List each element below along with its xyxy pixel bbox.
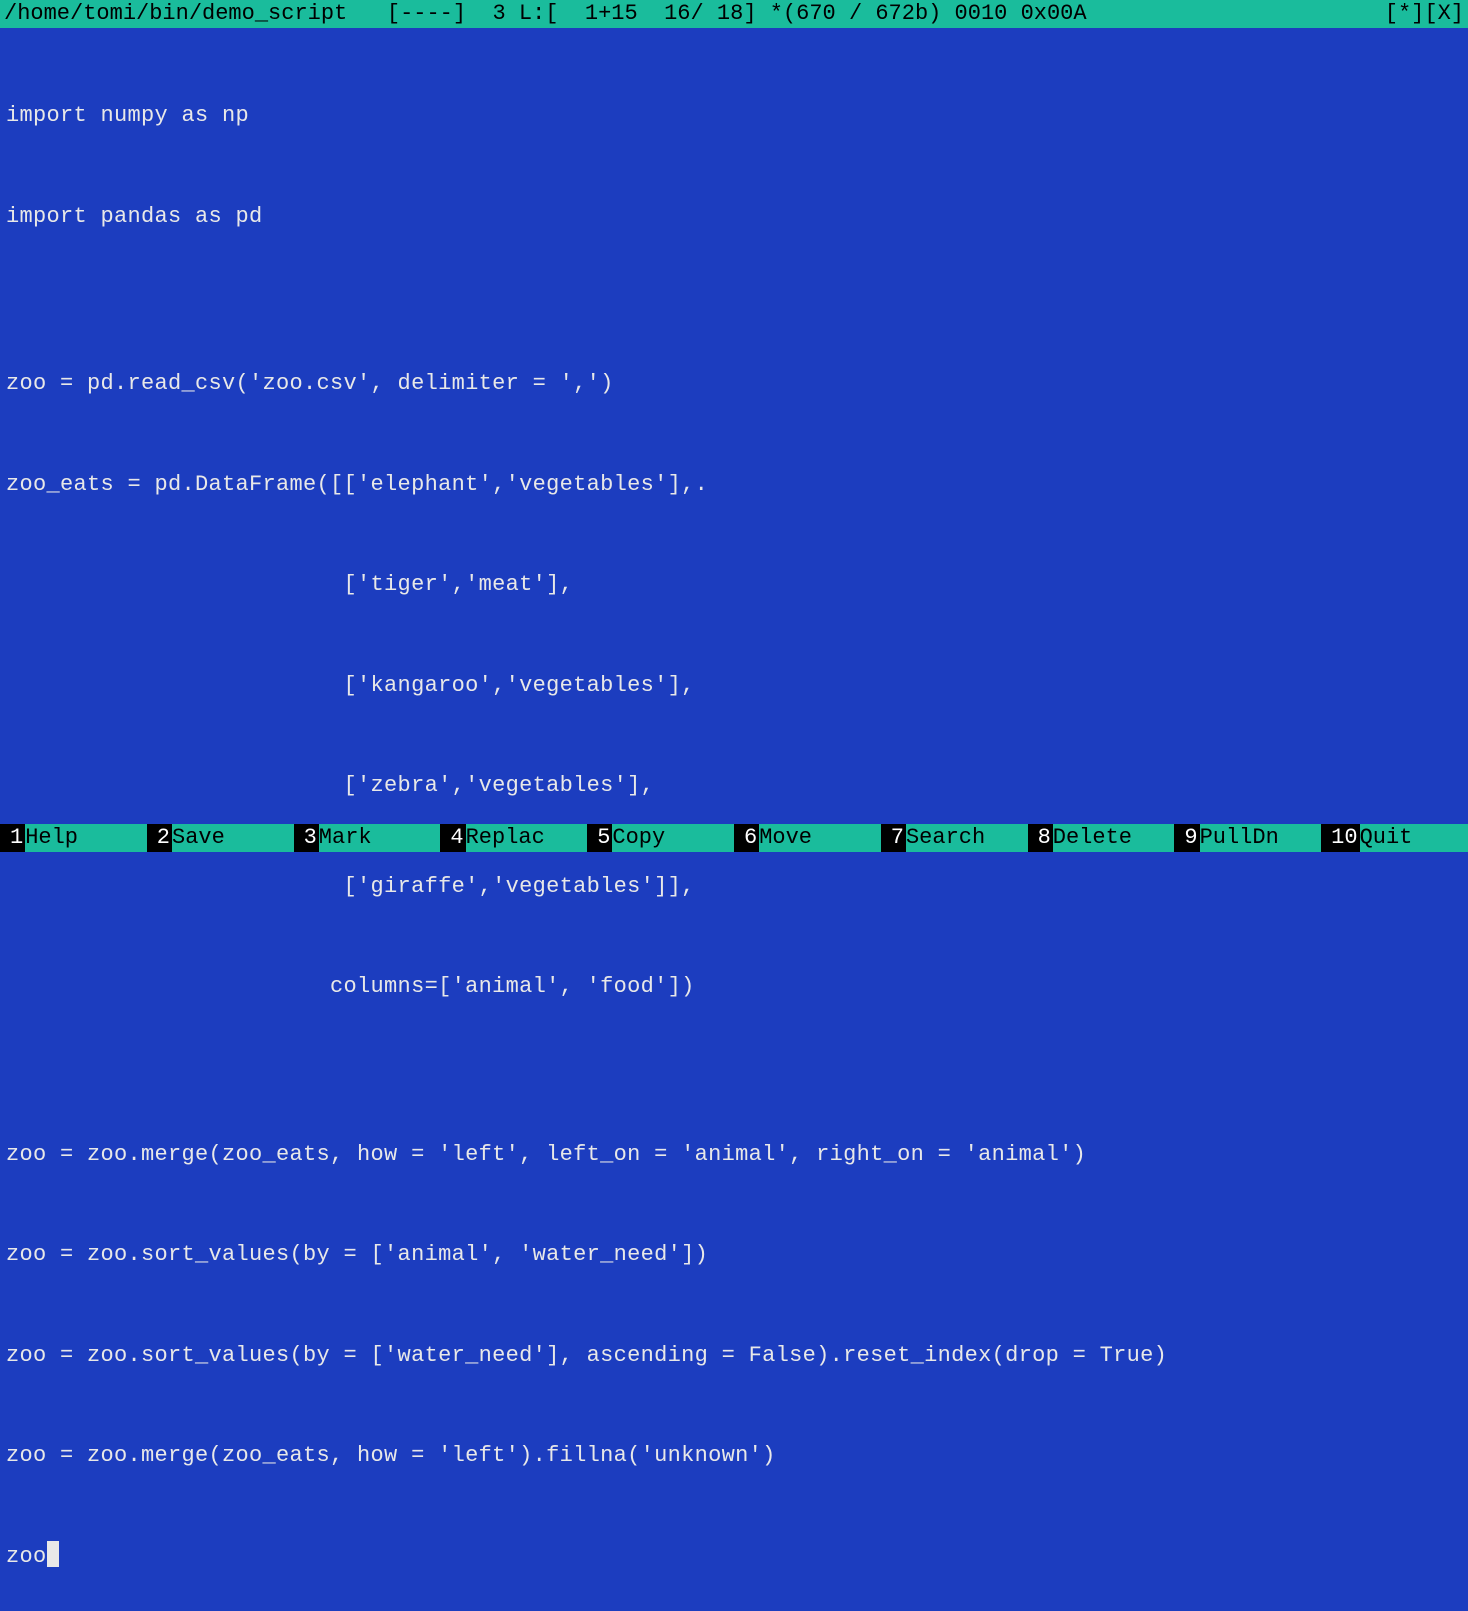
code-line: import numpy as np <box>6 99 1462 133</box>
fkey-num: 9 <box>1174 824 1199 852</box>
cursor <box>47 1541 59 1567</box>
code-line: zoo = pd.read_csv('zoo.csv', delimiter =… <box>6 367 1462 401</box>
fkey-search[interactable]: 7 Search <box>881 824 1028 852</box>
fkey-help[interactable]: 1 Help <box>0 824 147 852</box>
status-bar-right: [*][X] <box>1385 0 1464 28</box>
fkey-label: Copy <box>612 824 734 852</box>
fkey-label: PullDn <box>1200 824 1322 852</box>
code-line: zoo = zoo.sort_values(by = ['animal', 'w… <box>6 1238 1462 1272</box>
editor-area[interactable]: import numpy as np import pandas as pd z… <box>0 28 1468 1611</box>
code-line: columns=['animal', 'food']) <box>6 970 1462 1004</box>
fkey-num: 7 <box>881 824 906 852</box>
code-line: ['tiger','meat'], <box>6 568 1462 602</box>
fkey-delete[interactable]: 8 Delete <box>1028 824 1175 852</box>
code-line: zoo = zoo.merge(zoo_eats, how = 'left').… <box>6 1439 1462 1473</box>
fkey-num: 3 <box>294 824 319 852</box>
fkey-replace[interactable]: 4 Replac <box>440 824 587 852</box>
code-line: ['kangaroo','vegetables'], <box>6 669 1462 703</box>
fkey-label: Search <box>906 824 1028 852</box>
code-line: ['zebra','vegetables'], <box>6 769 1462 803</box>
function-key-bar: 1 Help 2 Save 3 Mark 4 Replac 5 Copy 6 M… <box>0 824 1468 852</box>
fkey-label: Quit <box>1360 824 1468 852</box>
code-line: import pandas as pd <box>6 200 1462 234</box>
status-bar-left: /home/tomi/bin/demo_script [----] 3 L:[ … <box>4 0 1087 28</box>
fkey-label: Move <box>759 824 881 852</box>
fkey-copy[interactable]: 5 Copy <box>587 824 734 852</box>
fkey-save[interactable]: 2 Save <box>147 824 294 852</box>
fkey-label: Mark <box>319 824 441 852</box>
code-line: zoo = zoo.sort_values(by = ['water_need'… <box>6 1339 1462 1373</box>
fkey-mark[interactable]: 3 Mark <box>294 824 441 852</box>
fkey-label: Delete <box>1053 824 1175 852</box>
fkey-label: Save <box>172 824 294 852</box>
fkey-quit[interactable]: 10 Quit <box>1321 824 1468 852</box>
cursor-line: zoo <box>6 1540 1462 1574</box>
status-bar: /home/tomi/bin/demo_script [----] 3 L:[ … <box>0 0 1468 28</box>
fkey-label: Help <box>25 824 147 852</box>
code-line: zoo_eats = pd.DataFrame([['elephant','ve… <box>6 468 1462 502</box>
fkey-num: 2 <box>147 824 172 852</box>
fkey-move[interactable]: 6 Move <box>734 824 881 852</box>
fkey-num: 10 <box>1321 824 1359 852</box>
fkey-num: 8 <box>1028 824 1053 852</box>
fkey-num: 4 <box>440 824 465 852</box>
fkey-num: 5 <box>587 824 612 852</box>
fkey-num: 1 <box>0 824 25 852</box>
fkey-label: Replac <box>466 824 588 852</box>
cursor-line-text: zoo <box>6 1544 47 1569</box>
fkey-num: 6 <box>734 824 759 852</box>
code-line: ['giraffe','vegetables']], <box>6 870 1462 904</box>
code-line: zoo = zoo.merge(zoo_eats, how = 'left', … <box>6 1138 1462 1172</box>
fkey-pulldn[interactable]: 9 PullDn <box>1174 824 1321 852</box>
